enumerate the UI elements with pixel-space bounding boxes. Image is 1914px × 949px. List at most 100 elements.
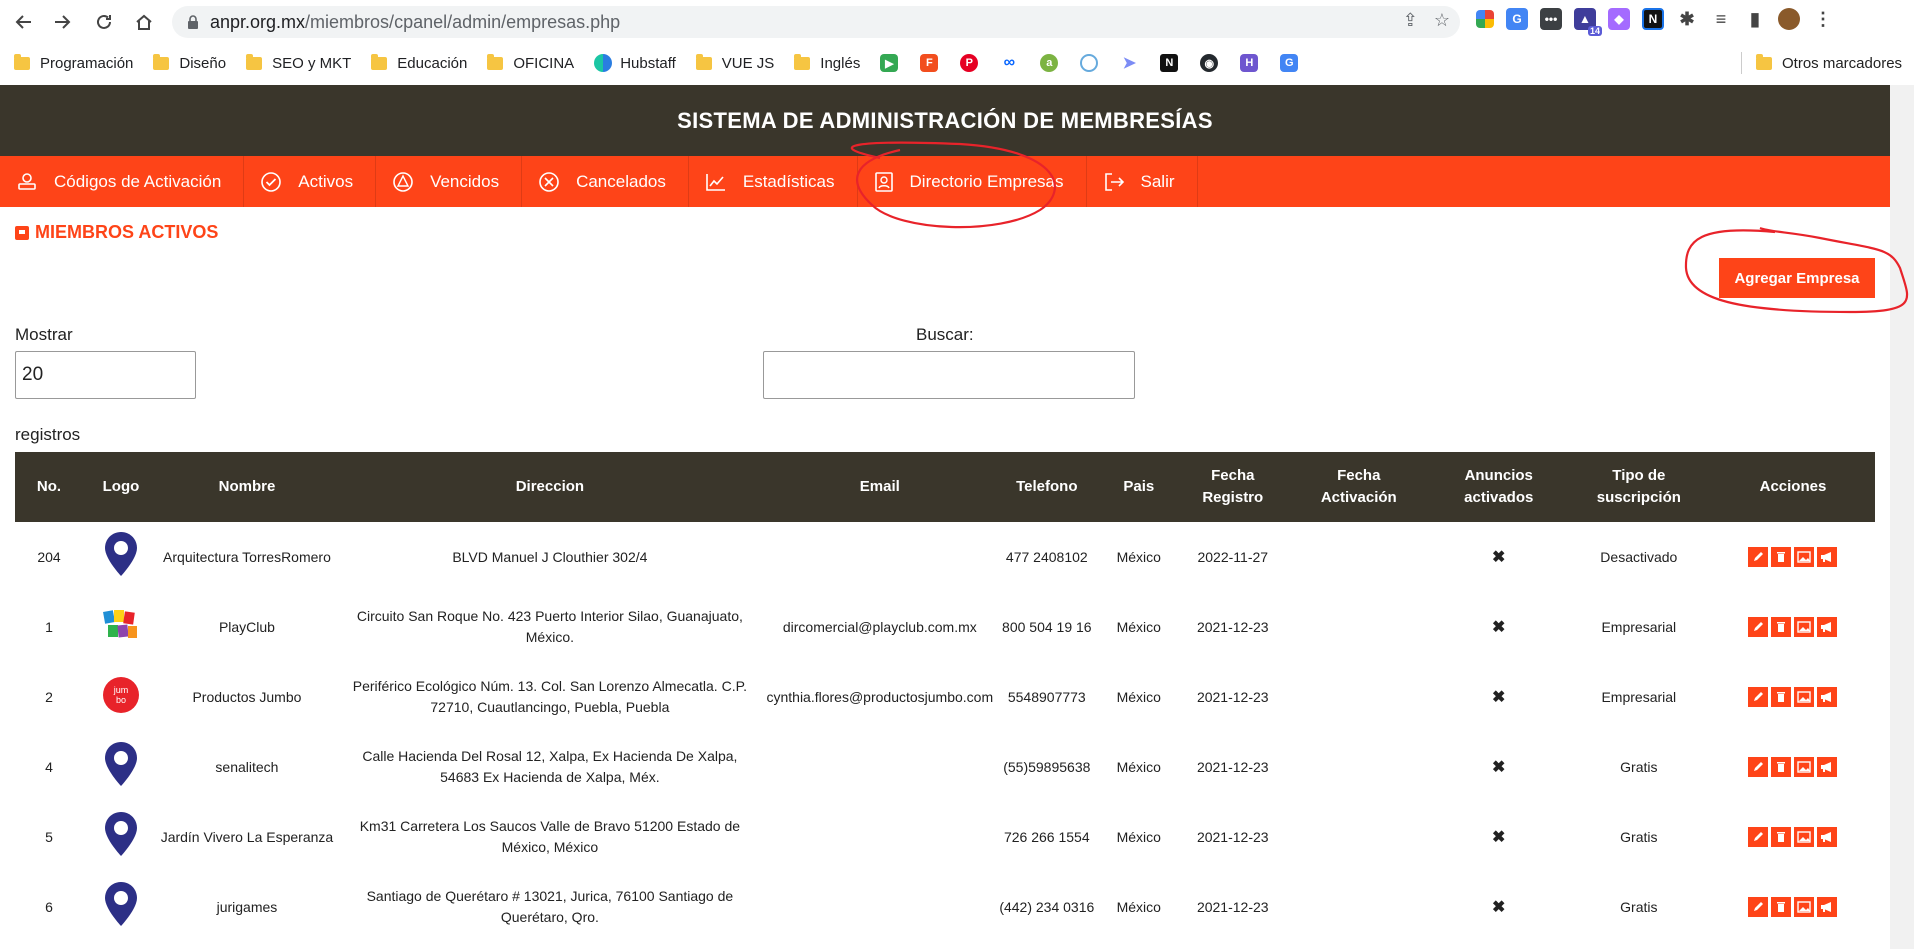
notion-extension-icon[interactable]: N — [1642, 8, 1664, 30]
column-header[interactable]: Fecha Activación — [1286, 452, 1431, 522]
column-header[interactable]: Tipo de suscripción — [1566, 452, 1711, 522]
map-pin-icon — [104, 882, 137, 926]
column-header[interactable]: Telefono — [994, 452, 1099, 522]
edit-icon[interactable] — [1748, 827, 1769, 847]
registration-date: 2021-12-23 — [1196, 758, 1269, 775]
apps-grid-icon[interactable] — [1476, 10, 1494, 28]
search-label: Buscar: — [916, 325, 974, 344]
play-bookmark-icon[interactable]: ▶ — [880, 54, 899, 72]
column-header[interactable]: Anuncios activados — [1430, 452, 1567, 522]
nav-item-logout[interactable]: Salir — [1087, 156, 1198, 207]
nav-item-expired[interactable]: Vencidos — [376, 156, 523, 207]
profile-avatar[interactable] — [1778, 8, 1800, 30]
svg-text:bo: bo — [116, 695, 126, 705]
reload-icon[interactable] — [90, 8, 118, 36]
bookmark-folder[interactable]: Inglés — [794, 53, 860, 72]
purple-extension-icon[interactable]: ◆ — [1608, 8, 1630, 30]
trash-icon[interactable] — [1771, 757, 1792, 777]
search-input[interactable] — [763, 351, 1135, 399]
edit-icon[interactable] — [1748, 757, 1769, 777]
menu-kebab-icon[interactable]: ⋮ — [1812, 8, 1834, 30]
back-arrow-icon[interactable] — [10, 8, 38, 36]
translate-icon[interactable]: G — [1506, 8, 1528, 30]
translate-bookmark-icon[interactable]: G — [1280, 54, 1299, 72]
column-header[interactable]: Email — [764, 452, 995, 522]
bookmark-hubstaff[interactable]: Hubstaff — [594, 54, 676, 72]
nav-item-active[interactable]: Activos — [244, 156, 377, 207]
image-icon[interactable] — [1794, 547, 1815, 567]
nav-item-activation-codes[interactable]: Códigos de Activación — [0, 156, 245, 207]
trash-icon[interactable] — [1771, 827, 1792, 847]
company-address: BLVD Manuel J Clouthier 302/4 — [452, 548, 648, 565]
green-bookmark-icon[interactable]: a — [1040, 54, 1059, 72]
graduation-extension-icon[interactable]: ▲ 14 — [1574, 8, 1602, 36]
ads-activated-mark: ✖ — [1492, 688, 1506, 706]
trash-icon[interactable] — [1771, 687, 1792, 707]
image-icon[interactable] — [1794, 897, 1815, 917]
share-icon[interactable]: ⇪ — [1403, 10, 1418, 31]
star-icon[interactable]: ☆ — [1434, 10, 1450, 31]
nav-item-statistics[interactable]: Estadísticas — [689, 156, 858, 207]
megaphone-icon[interactable] — [1817, 617, 1838, 637]
home-icon[interactable] — [130, 8, 158, 36]
show-entries-input[interactable]: 20 — [15, 351, 196, 399]
circle-bookmark-icon[interactable] — [1080, 54, 1099, 72]
megaphone-icon[interactable] — [1817, 827, 1838, 847]
column-header[interactable]: Acciones — [1710, 452, 1875, 522]
trash-icon[interactable] — [1771, 617, 1792, 637]
sidepanel-icon[interactable]: ▮ — [1744, 8, 1766, 30]
bookmark-folder[interactable]: Programación — [14, 53, 133, 72]
image-icon[interactable] — [1794, 687, 1815, 707]
megaphone-icon[interactable] — [1817, 757, 1838, 777]
activation-date — [1287, 872, 1431, 942]
forward-arrow-icon[interactable] — [48, 8, 76, 36]
trash-icon[interactable] — [1771, 897, 1792, 917]
column-header[interactable]: Nombre — [158, 452, 335, 522]
megaphone-icon[interactable] — [1817, 687, 1838, 707]
logo-cell — [83, 592, 159, 662]
column-header[interactable]: Fecha Registro — [1178, 452, 1287, 522]
subscription-type: Gratis — [1620, 758, 1658, 775]
megaphone-icon[interactable] — [1817, 897, 1838, 917]
column-header[interactable]: No. — [15, 452, 83, 522]
github-bookmark-icon[interactable]: ◉ — [1200, 54, 1219, 72]
lock-icon[interactable] — [186, 15, 200, 29]
company-phone: 477 2408102 — [1005, 548, 1088, 565]
nav-item-cancelled[interactable]: Cancelados — [522, 156, 689, 207]
bookmark-folder[interactable]: Educación — [371, 53, 467, 72]
puzzle-icon[interactable]: ✱ — [1676, 8, 1698, 30]
edit-icon[interactable] — [1748, 617, 1769, 637]
bookmark-folder[interactable]: Diseño — [153, 53, 226, 72]
figma-bookmark-icon[interactable]: F — [920, 54, 939, 72]
nav-item-company-directory[interactable]: Directorio Empresas — [858, 156, 1087, 207]
pinterest-bookmark-icon[interactable]: P — [960, 54, 979, 72]
companies-table: No. Logo Nombre Direccion Email Telefono… — [15, 452, 1875, 942]
paper-plane-bookmark-icon[interactable]: ➤ — [1120, 54, 1138, 72]
page-scrollbar[interactable] — [1890, 85, 1914, 949]
megaphone-icon[interactable] — [1817, 547, 1838, 567]
dots-extension-icon[interactable]: ••• — [1540, 8, 1562, 30]
bookmark-folder[interactable]: VUE JS — [695, 53, 774, 72]
image-icon[interactable] — [1794, 617, 1815, 637]
image-icon[interactable] — [1794, 827, 1815, 847]
bookmark-folder[interactable]: SEO y MKT — [246, 53, 351, 72]
column-header[interactable]: Direccion — [334, 452, 765, 522]
address-bar[interactable]: anpr.org.mx/miembros/cpanel/admin/empres… — [172, 6, 1460, 38]
bookmark-folder[interactable]: OFICINA — [487, 53, 574, 72]
edit-icon[interactable] — [1748, 897, 1769, 917]
queue-icon[interactable]: ≡ — [1710, 8, 1732, 30]
column-header[interactable]: Pais — [1098, 452, 1179, 522]
registration-date: 2022-11-27 — [1197, 548, 1269, 565]
meta-bookmark-icon[interactable]: ∞ — [1000, 54, 1018, 72]
add-company-button[interactable]: Agregar Empresa — [1719, 258, 1875, 298]
edit-icon[interactable] — [1748, 547, 1769, 567]
ads-activated-mark: ✖ — [1492, 898, 1506, 916]
hostinger-bookmark-icon[interactable]: H — [1240, 54, 1259, 72]
trash-icon[interactable] — [1771, 547, 1792, 567]
table-row: 5 Jardín Vivero La Esperanza Km31 Carreter… — [15, 802, 1875, 872]
image-icon[interactable] — [1794, 757, 1815, 777]
edit-icon[interactable] — [1748, 687, 1769, 707]
notion-bookmark-icon[interactable]: N — [1160, 54, 1179, 72]
other-bookmarks[interactable]: Otros marcadores — [1756, 48, 1902, 78]
column-header[interactable]: Logo — [82, 452, 159, 522]
